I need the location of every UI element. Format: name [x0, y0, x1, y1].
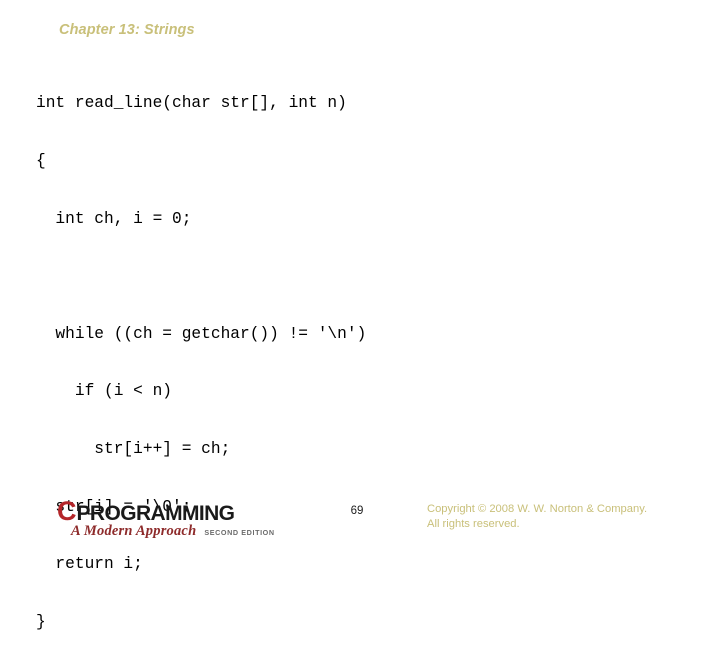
book-logo: C PROGRAMMING A Modern Approach SECOND E… [57, 496, 275, 540]
copyright-notice: Copyright © 2008 W. W. Norton & Company.… [427, 502, 677, 531]
logo-edition: SECOND EDITION [204, 528, 275, 537]
code-line: return i; [36, 555, 143, 574]
copyright-line: All rights reserved. [427, 517, 520, 530]
code-line: } [36, 612, 46, 631]
logo-title: C PROGRAMMING [57, 496, 236, 526]
code-line: str[i++] = ch; [36, 439, 231, 458]
code-line: int read_line(char str[], int n) [36, 94, 347, 113]
code-line: while ((ch = getchar()) != '\n') [36, 324, 367, 343]
slide-footer: C PROGRAMMING A Modern Approach SECOND E… [0, 492, 720, 540]
code-line: { [36, 152, 46, 170]
logo-letter-c: C [57, 496, 76, 526]
slide-canvas: Chapter 13: Strings int read_line(char s… [0, 0, 720, 631]
logo-word-programming: PROGRAMMING [76, 502, 236, 525]
page-title: Chapter 13: Strings [59, 22, 195, 38]
code-line: int ch, i = 0; [36, 209, 192, 228]
copyright-line: Copyright © 2008 W. W. Norton & Company. [427, 503, 648, 515]
code-line: if (i < n) [36, 382, 172, 401]
logo-subtitle-row: A Modern Approach SECOND EDITION [71, 523, 275, 540]
page-number: 69 [350, 505, 364, 517]
code-block: int read_line(char str[], int n) { int c… [36, 56, 676, 670]
logo-subtitle: A Modern Approach [71, 523, 197, 539]
